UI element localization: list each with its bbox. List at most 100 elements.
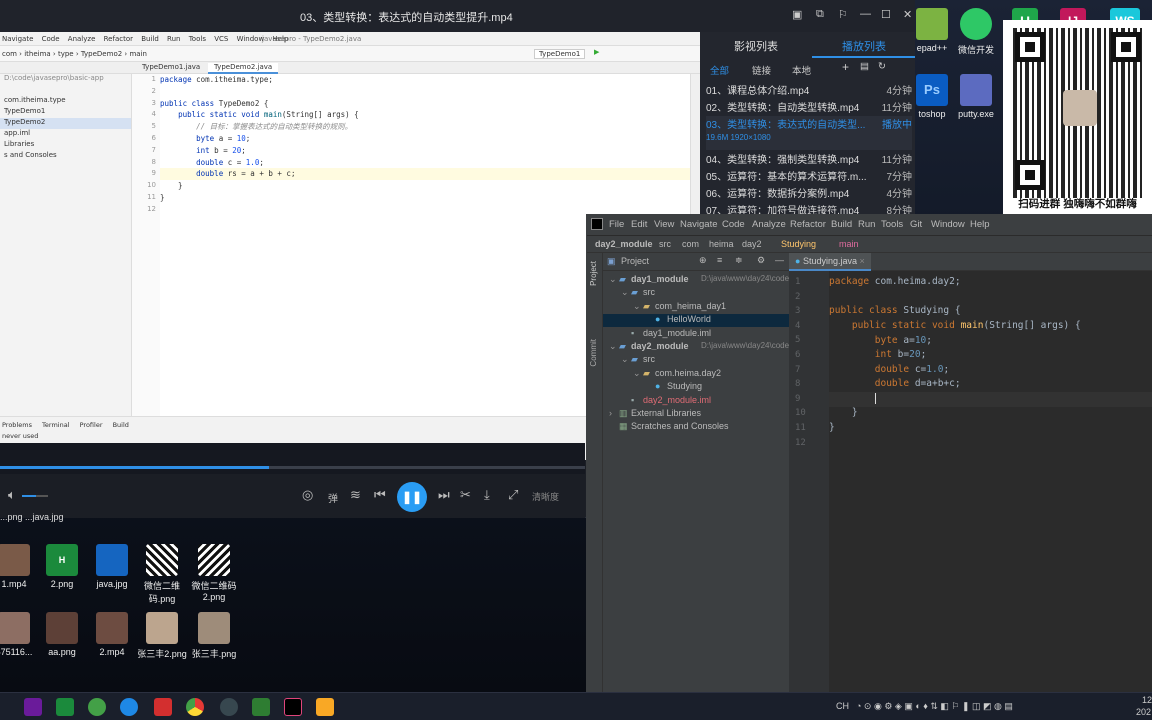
hide-icon[interactable]: — <box>775 255 784 265</box>
crumb[interactable]: src <box>659 239 671 249</box>
target-icon[interactable]: ⊕ <box>699 255 707 266</box>
expand-icon[interactable]: ≑ <box>735 255 743 266</box>
tree-item[interactable]: ● HelloWorld <box>603 314 789 328</box>
minimize-button[interactable]: — <box>860 8 871 20</box>
menu-navigate[interactable]: Navigate <box>680 219 718 230</box>
desktop-file[interactable]: 张三丰2.png <box>134 612 190 660</box>
menu-view[interactable]: View <box>654 219 674 230</box>
crumb[interactable]: day2 <box>742 239 762 249</box>
desktop-file[interactable]: 微信二维码2.png <box>186 544 242 602</box>
desktop-file[interactable]: java.jpg <box>84 544 140 589</box>
playlist-item-current[interactable]: 03、类型转换：表达式的自动类型... 播放中 19.6M 1920×1080 <box>706 116 912 150</box>
crumb[interactable]: main <box>839 239 859 249</box>
tree-item[interactable]: ⌄ ▰ src <box>603 287 789 300</box>
chevron-down-icon[interactable]: ⌄ <box>609 274 617 285</box>
playlist-item[interactable]: 05、运算符：基本的算术运算符.m... 7分钟 <box>706 168 912 185</box>
tree-item[interactable]: ⌄ ▰ day1_module D:\java\www\day24\code\ <box>603 274 791 287</box>
tab-video-list[interactable]: 影视列表 <box>734 38 778 54</box>
side-tab-commit[interactable]: Commit <box>589 339 598 367</box>
cut-icon[interactable]: ✂ <box>460 487 471 503</box>
editor-code[interactable]: package com.heima.day2; public class Stu… <box>829 271 1152 693</box>
menu-build[interactable]: Build <box>831 219 852 230</box>
playlist-item[interactable]: 01、课程总体介绍.mp4 4分钟 <box>706 82 912 99</box>
taskbar-wechat-icon[interactable] <box>88 698 106 716</box>
tree-item[interactable]: ⌄ ▰ day2_module D:\java\www\day24\code\ <box>603 341 791 354</box>
tree-item[interactable]: ▪ day1_module.iml <box>603 328 789 341</box>
folder-icon[interactable]: ▤ <box>860 61 869 72</box>
project-panel-title[interactable]: Project <box>621 256 649 266</box>
chevron-down-icon[interactable]: ⌄ <box>633 301 641 312</box>
subtab-all[interactable]: 全部 <box>710 63 729 77</box>
playlist-item[interactable]: 02、类型转换：自动类型转换.mp4 11分钟 <box>706 99 912 116</box>
menu-edit[interactable]: Edit <box>631 219 647 230</box>
volume-track[interactable] <box>22 495 48 497</box>
player-screen-icon[interactable]: ⧉ <box>816 8 824 21</box>
menu-git[interactable]: Git <box>910 219 922 230</box>
next-icon[interactable]: ⏭ <box>438 487 450 503</box>
taskbar-map-icon[interactable] <box>120 698 138 716</box>
menu-window[interactable]: Window <box>931 219 965 230</box>
editor-tab-active[interactable]: ● Studying.java × <box>789 253 871 271</box>
taskbar-explorer-icon[interactable] <box>316 698 334 716</box>
desktop-file[interactable]: 2.mp4 <box>84 612 140 657</box>
equalizer-icon[interactable]: ≋ <box>350 487 361 503</box>
subtab-links[interactable]: 链接 <box>752 63 771 77</box>
volume-icon[interactable]: 🔈︎ <box>8 487 16 503</box>
crumb[interactable]: Studying <box>781 239 816 249</box>
crumb[interactable]: heima <box>709 239 734 249</box>
refresh-icon[interactable]: ↻ <box>878 61 886 72</box>
crumb[interactable]: day2_module <box>595 239 653 249</box>
menu-run[interactable]: Run <box>858 219 875 230</box>
previous-icon[interactable]: ⏮ <box>374 487 386 503</box>
menu-refactor[interactable]: Refactor <box>790 219 826 230</box>
tree-item[interactable]: ▪ day2_module.iml <box>603 395 789 408</box>
taskbar-app-icon[interactable] <box>24 698 42 716</box>
desktop-file[interactable]: H 2.png <box>34 544 90 589</box>
close-button[interactable]: ✕ <box>903 8 912 21</box>
menu-file[interactable]: File <box>609 219 624 230</box>
tray-icons[interactable]: ◔ ⊙ ◉ ⚙ ◈ ▣ ◐ ♦ ⇅ ◧ ⚐ ❚ ◫ ◩ ◍ ▤ <box>856 701 1013 712</box>
chevron-down-icon[interactable]: ⌄ <box>621 287 629 298</box>
taskbar-intellij-icon[interactable] <box>284 698 302 716</box>
maximize-button[interactable]: ☐ <box>881 8 891 21</box>
pause-button[interactable]: ❚❚ <box>397 482 427 512</box>
tree-item[interactable]: ⌄ ▰ src <box>603 354 789 367</box>
tree-item[interactable]: ⌄ ▰ com_heima_day1 <box>603 301 789 314</box>
taskbar-excel-icon[interactable] <box>252 698 270 716</box>
desktop-file[interactable]: 张三丰.png <box>186 612 242 660</box>
taskbar-red-app-icon[interactable] <box>154 698 172 716</box>
close-tab-icon[interactable]: × <box>860 256 865 266</box>
tree-item[interactable]: ▦ Scratches and Consoles <box>603 421 789 434</box>
screenshot-icon[interactable]: ◎ <box>302 487 313 503</box>
desktop-icon-wechat-dev[interactable]: 微信开发 <box>948 8 1004 56</box>
tray-input-method[interactable]: CH <box>836 701 849 711</box>
quality-button[interactable]: 清晰度 <box>532 490 559 503</box>
tree-item[interactable]: ● Studying <box>603 381 789 394</box>
collapse-icon[interactable]: ≡ <box>717 255 722 265</box>
fullscreen-icon[interactable]: ⤢ <box>508 487 518 503</box>
chevron-down-icon[interactable]: › <box>609 408 612 418</box>
playlist-item[interactable]: 04、类型转换：强制类型转换.mp4 11分钟 <box>706 151 912 168</box>
desktop-file[interactable]: 微信二维码.png <box>134 544 190 605</box>
desktop-icon-putty[interactable]: putty.exe <box>948 74 1004 119</box>
progress-bar[interactable] <box>0 460 585 474</box>
danmaku-icon[interactable]: 弹 <box>328 490 338 505</box>
crumb[interactable]: com <box>682 239 699 249</box>
side-tab-project[interactable]: Project <box>589 261 598 286</box>
menu-help[interactable]: Help <box>970 219 990 230</box>
menu-analyze[interactable]: Analyze <box>752 219 786 230</box>
player-settings-icon[interactable]: ▣ <box>792 8 802 21</box>
menu-tools[interactable]: Tools <box>881 219 903 230</box>
gear-icon[interactable]: ⚙ <box>757 255 765 266</box>
menu-code[interactable]: Code <box>722 219 745 230</box>
playlist-item[interactable]: 06、运算符：数据拆分案例.mp4 4分钟 <box>706 185 912 202</box>
chevron-down-icon[interactable]: ⌄ <box>621 354 629 365</box>
player-notify-icon[interactable]: ⚐ <box>838 8 848 21</box>
taskbar-chrome-icon[interactable] <box>186 698 204 716</box>
chevron-down-icon[interactable]: ⌄ <box>609 341 617 352</box>
desktop-file[interactable]: aa.png <box>34 612 90 657</box>
download-icon[interactable]: ⤓ <box>484 487 490 503</box>
tree-item[interactable]: ⌄ ▰ com.heima.day2 <box>603 368 789 381</box>
subtab-local[interactable]: 本地 <box>792 63 811 77</box>
chevron-down-icon[interactable]: ⌄ <box>633 368 641 379</box>
